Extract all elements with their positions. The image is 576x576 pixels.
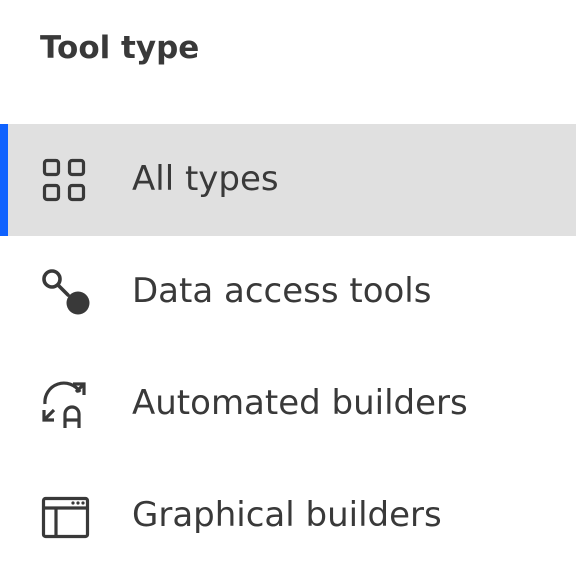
filter-item-all-types[interactable]: All types [0,124,576,236]
filter-item-label: Automated builders [132,383,468,423]
filter-item-label: Data access tools [132,271,432,311]
automated-builder-icon [42,381,86,428]
tool-type-filter-panel: Tool type All types Data access tools Au… [0,0,576,576]
filter-item-graphical-builders[interactable]: Graphical builders [0,460,576,572]
filter-item-data-access-tools[interactable]: Data access tools [0,236,576,348]
filter-heading: Tool type [40,30,200,66]
grid-icon [42,158,86,202]
filter-item-label: Graphical builders [132,495,442,535]
filter-item-automated-builders[interactable]: Automated builders [0,348,576,460]
graphical-builder-icon [41,496,90,539]
selected-indicator-bar [0,124,8,236]
filter-item-label: All types [132,159,279,199]
data-access-icon [42,269,90,315]
